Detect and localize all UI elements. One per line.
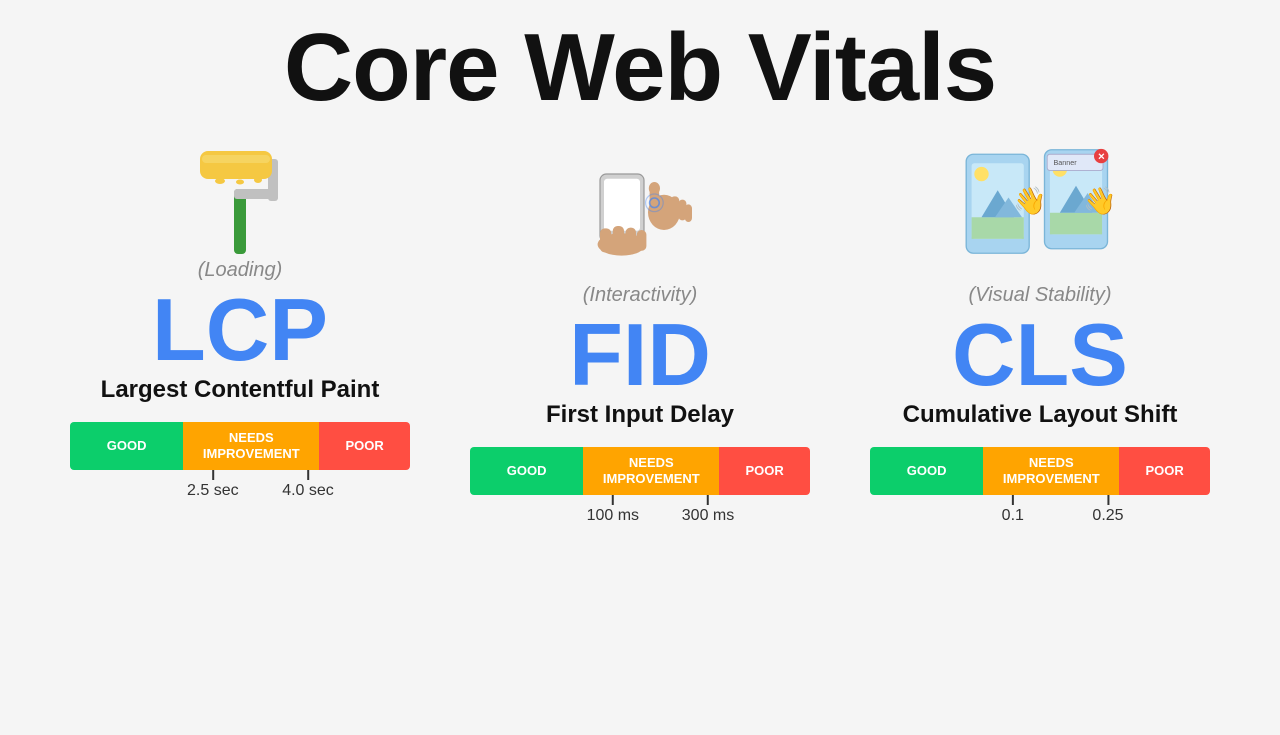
svg-text:✕: ✕ <box>1098 152 1106 162</box>
fid-category: (Interactivity) <box>583 284 697 307</box>
fid-column: (Interactivity) FID First Input Delay GO… <box>460 129 820 523</box>
fid-tick1-label: 100 ms <box>587 507 639 525</box>
fid-tick2: 300 ms <box>682 495 734 525</box>
lcp-tick1: 2.5 sec <box>187 470 239 500</box>
cls-tick2: 0.25 <box>1092 495 1123 525</box>
lcp-tick1-label: 2.5 sec <box>187 482 239 500</box>
lcp-good-segment: GOOD <box>70 422 183 470</box>
cls-ticks: 0.1 0.25 <box>870 495 1210 523</box>
cls-category: (Visual Stability) <box>968 284 1111 307</box>
cls-scale: GOOD NEEDS IMPROVEMENT POOR 0.1 0.25 <box>870 447 1210 523</box>
page-title: Core Web Vitals <box>284 18 996 119</box>
lcp-needs-segment: NEEDS IMPROVEMENT <box>183 422 319 470</box>
cls-tick1: 0.1 <box>1002 495 1024 525</box>
fid-scale-bar: GOOD NEEDS IMPROVEMENT POOR <box>470 447 810 495</box>
fid-icon <box>560 129 720 284</box>
fid-needs-segment: NEEDS IMPROVEMENT <box>583 447 719 495</box>
cls-poor-segment: POOR <box>1119 447 1210 495</box>
lcp-ticks: 2.5 sec 4.0 sec <box>70 470 410 498</box>
fid-scale: GOOD NEEDS IMPROVEMENT POOR 100 ms 300 m… <box>470 447 810 523</box>
lcp-icon <box>180 129 300 259</box>
lcp-abbr: LCP <box>152 286 328 374</box>
cls-tick1-label: 0.1 <box>1002 507 1024 525</box>
lcp-category: (Loading) <box>198 259 283 282</box>
fid-tick1: 100 ms <box>587 495 639 525</box>
cls-icon: Banner ✕ 👋 👋 <box>950 129 1130 284</box>
lcp-tick2: 4.0 sec <box>282 470 334 500</box>
cls-tick2-label: 0.25 <box>1092 507 1123 525</box>
fid-ticks: 100 ms 300 ms <box>470 495 810 523</box>
svg-text:👋: 👋 <box>1083 186 1117 217</box>
fid-name: First Input Delay <box>546 401 734 429</box>
lcp-scale-bar: GOOD NEEDS IMPROVEMENT POOR <box>70 422 410 470</box>
lcp-name: Largest Contentful Paint <box>101 376 380 404</box>
fid-good-segment: GOOD <box>470 447 583 495</box>
fid-tick2-label: 300 ms <box>682 507 734 525</box>
lcp-poor-segment: POOR <box>319 422 410 470</box>
svg-text:👋: 👋 <box>1013 186 1047 217</box>
vitals-grid: (Loading) LCP Largest Contentful Paint G… <box>0 129 1280 735</box>
cls-name: Cumulative Layout Shift <box>903 401 1178 429</box>
cls-scale-bar: GOOD NEEDS IMPROVEMENT POOR <box>870 447 1210 495</box>
cls-column: Banner ✕ 👋 👋 (Visual Stability) CLS Cumu… <box>860 129 1220 523</box>
lcp-tick2-label: 4.0 sec <box>282 482 334 500</box>
fid-abbr: FID <box>569 311 711 399</box>
lcp-column: (Loading) LCP Largest Contentful Paint G… <box>60 129 420 498</box>
lcp-scale: GOOD NEEDS IMPROVEMENT POOR 2.5 sec 4.0 … <box>70 422 410 498</box>
cls-needs-segment: NEEDS IMPROVEMENT <box>983 447 1119 495</box>
cls-abbr: CLS <box>952 311 1128 399</box>
fid-poor-segment: POOR <box>719 447 810 495</box>
svg-text:Banner: Banner <box>1054 158 1078 167</box>
cls-good-segment: GOOD <box>870 447 983 495</box>
